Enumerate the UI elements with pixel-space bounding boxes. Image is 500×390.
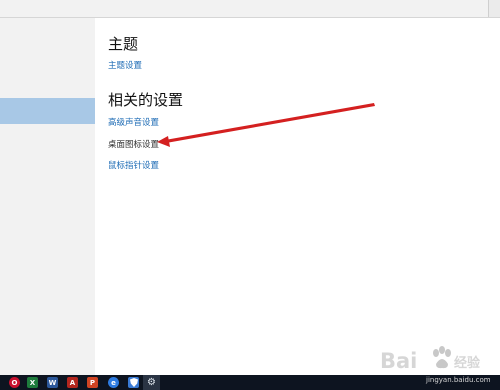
opera-icon[interactable]: O — [9, 377, 20, 388]
baidu-watermark-logo: Bai 经验 jingyan.baidu.com — [380, 346, 491, 384]
desktop-icon-settings-link[interactable]: 桌面图标设置 — [108, 138, 159, 150]
section-heading-related: 相关的设置 — [108, 91, 184, 109]
svg-text:Bai: Bai — [380, 349, 417, 373]
word-icon[interactable]: W — [47, 377, 58, 388]
excel-icon[interactable]: X — [27, 377, 38, 388]
settings-screenshot: 主题 主题设置 相关的设置 高级声音设置 桌面图标设置 鼠标指针设置 O X W… — [0, 0, 500, 390]
title-bar — [0, 0, 500, 18]
qq-browser-icon[interactable]: e — [108, 377, 119, 388]
svg-text:经验: 经验 — [454, 355, 481, 371]
theme-settings-link[interactable]: 主题设置 — [108, 59, 142, 71]
svg-text:jingyan.baidu.com: jingyan.baidu.com — [425, 376, 491, 384]
window-frame-edge — [488, 0, 500, 17]
settings-content: 主题 主题设置 相关的设置 高级声音设置 桌面图标设置 鼠标指针设置 — [95, 18, 500, 375]
shield-icon[interactable] — [128, 377, 139, 388]
section-heading-theme: 主题 — [108, 35, 139, 53]
mouse-pointer-settings-link[interactable]: 鼠标指针设置 — [108, 159, 159, 171]
settings-gear-icon[interactable]: ⚙ — [146, 377, 157, 388]
powerpoint-icon[interactable]: P — [87, 377, 98, 388]
sidebar-item-selected[interactable] — [0, 98, 95, 124]
settings-sidebar — [0, 18, 95, 375]
acrobat-icon[interactable]: A — [67, 377, 78, 388]
advanced-sound-settings-link[interactable]: 高级声音设置 — [108, 116, 159, 128]
